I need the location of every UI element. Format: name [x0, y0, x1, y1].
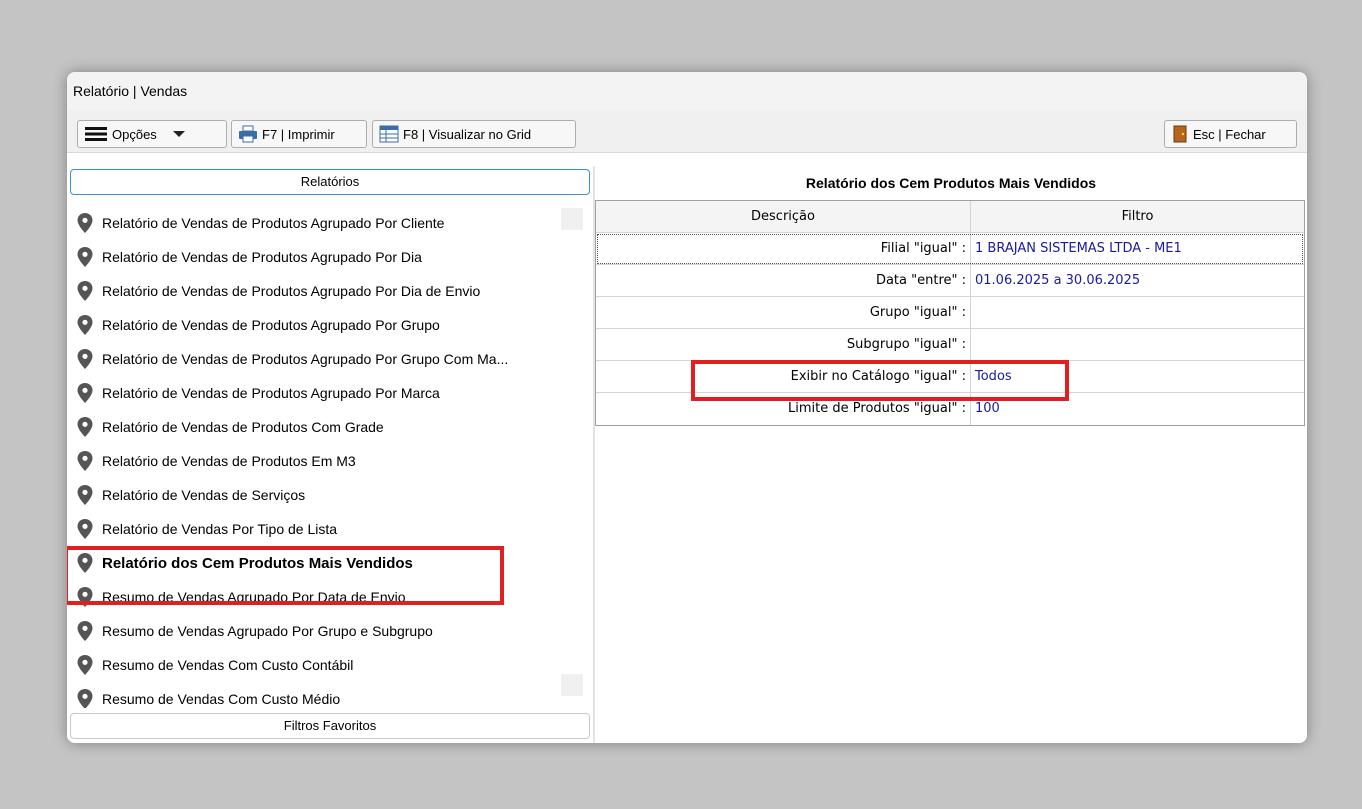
menu-icon [85, 127, 107, 141]
filter-value[interactable] [971, 329, 1304, 360]
report-item-label: Relatório de Vendas de Produtos Com Grad… [102, 419, 384, 435]
filter-row[interactable]: Grupo "igual" : [596, 297, 1304, 329]
filter-row[interactable]: Subgrupo "igual" : [596, 329, 1304, 361]
grid-icon [379, 125, 399, 143]
filter-panel: Relatório dos Cem Produtos Mais Vendidos… [595, 166, 1307, 743]
location-pin-icon [77, 349, 93, 369]
location-pin-icon [77, 519, 93, 539]
report-item[interactable]: Resumo de Vendas Com Custo Médio [77, 682, 340, 708]
print-label: F7 | Imprimir [262, 126, 335, 142]
report-item-label: Relatório de Vendas de Produtos Agrupado… [102, 249, 422, 265]
filter-description: Subgrupo "igual" : [596, 329, 971, 360]
location-pin-icon [77, 213, 93, 233]
report-item[interactable]: Relatório de Vendas de Produtos Agrupado… [77, 206, 444, 240]
filter-row[interactable]: Filial "igual" :1 BRAJAN SISTEMAS LTDA -… [596, 233, 1304, 265]
report-item-label: Resumo de Vendas Com Custo Contábil [102, 657, 354, 673]
options-button[interactable]: Opções [77, 120, 227, 148]
filter-description: Data "entre" : [596, 265, 971, 296]
filter-description: Filial "igual" : [596, 233, 971, 264]
filter-description: Grupo "igual" : [596, 297, 971, 328]
report-title: Relatório dos Cem Produtos Mais Vendidos [805, 175, 1097, 191]
reports-header[interactable]: Relatórios [70, 169, 590, 195]
column-header-filter[interactable]: Filtro [971, 201, 1304, 232]
report-window: Relatório | Vendas Opções F7 | Imprimir [67, 72, 1307, 743]
close-label: Esc | Fechar [1193, 126, 1266, 142]
location-pin-icon [77, 485, 93, 505]
reports-panel: Relatórios Relatório de Vendas de Produt… [67, 166, 593, 743]
report-item-label: Relatório de Vendas Por Tipo de Lista [102, 521, 338, 537]
filter-value[interactable]: 01.06.2025 a 30.06.2025 [971, 265, 1304, 296]
report-item[interactable]: Relatório de Vendas de Produtos Agrupado… [77, 240, 422, 274]
report-item[interactable]: Relatório de Vendas Por Tipo de Lista [77, 512, 337, 546]
report-item-label: Relatório de Vendas de Produtos Agrupado… [102, 317, 440, 333]
view-grid-label: F8 | Visualizar no Grid [403, 126, 532, 142]
report-item-label: Relatório de Vendas de Produtos Agrupado… [102, 351, 509, 367]
report-item-label: Relatório de Vendas de Produtos Em M3 [102, 453, 356, 469]
close-button[interactable]: Esc | Fechar [1164, 120, 1297, 148]
report-item[interactable]: Relatório de Vendas de Produtos Agrupado… [77, 376, 440, 410]
location-pin-icon [77, 451, 93, 471]
highlight-catalog-filter [691, 360, 1069, 401]
chevron-down-icon [172, 131, 185, 137]
door-icon [1173, 125, 1187, 143]
filter-value[interactable] [971, 297, 1304, 328]
location-pin-icon [77, 417, 93, 437]
report-item-label: Relatório de Vendas de Produtos Agrupado… [102, 385, 440, 401]
location-pin-icon [77, 281, 93, 301]
report-item-label: Resumo de Vendas Com Custo Médio [102, 691, 341, 707]
report-item[interactable]: Relatório de Vendas de Produtos Em M3 [77, 444, 356, 478]
toolbar: Opções F7 | Imprimir F8 | Visualizar no … [67, 110, 1307, 153]
favorite-filters-header[interactable]: Filtros Favoritos [70, 713, 590, 739]
scroll-down-button[interactable] [561, 674, 583, 696]
window-title: Relatório | Vendas [67, 72, 1307, 110]
report-item[interactable]: Relatório de Vendas de Produtos Agrupado… [77, 308, 440, 342]
report-item-label: Relatório de Vendas de Produtos Agrupado… [102, 283, 481, 299]
location-pin-icon [77, 383, 93, 403]
report-item[interactable]: Relatório de Vendas de Produtos Agrupado… [77, 342, 508, 376]
view-grid-button[interactable]: F8 | Visualizar no Grid [372, 120, 576, 148]
location-pin-icon [77, 689, 93, 708]
filter-row[interactable]: Data "entre" :01.06.2025 a 30.06.2025 [596, 265, 1304, 297]
report-item[interactable]: Resumo de Vendas Agrupado Por Grupo e Su… [77, 614, 433, 648]
print-button[interactable]: F7 | Imprimir [231, 120, 367, 148]
location-pin-icon [77, 247, 93, 267]
highlight-selected-report [67, 546, 504, 605]
printer-icon [239, 125, 257, 143]
report-item[interactable]: Resumo de Vendas Com Custo Contábil [77, 648, 353, 682]
reports-list: Relatório de Vendas de Produtos Agrupado… [67, 196, 593, 708]
location-pin-icon [77, 621, 93, 641]
filter-value[interactable]: 1 BRAJAN SISTEMAS LTDA - ME1 [971, 233, 1304, 264]
options-label: Opções [112, 126, 157, 142]
report-item-label: Relatório de Vendas de Serviços [102, 487, 306, 503]
location-pin-icon [77, 315, 93, 335]
report-item-label: Resumo de Vendas Agrupado Por Grupo e Su… [102, 623, 433, 639]
report-item-label: Relatório de Vendas de Produtos Agrupado… [102, 215, 445, 231]
column-header-description[interactable]: Descrição [596, 201, 971, 232]
location-pin-icon [77, 655, 93, 675]
report-item[interactable]: Relatório de Vendas de Produtos Agrupado… [77, 274, 480, 308]
report-item[interactable]: Relatório de Vendas de Serviços [77, 478, 305, 512]
grid-header-row: Descrição Filtro [596, 201, 1304, 233]
report-item[interactable]: Relatório de Vendas de Produtos Com Grad… [77, 410, 384, 444]
scroll-up-button[interactable] [561, 208, 583, 230]
